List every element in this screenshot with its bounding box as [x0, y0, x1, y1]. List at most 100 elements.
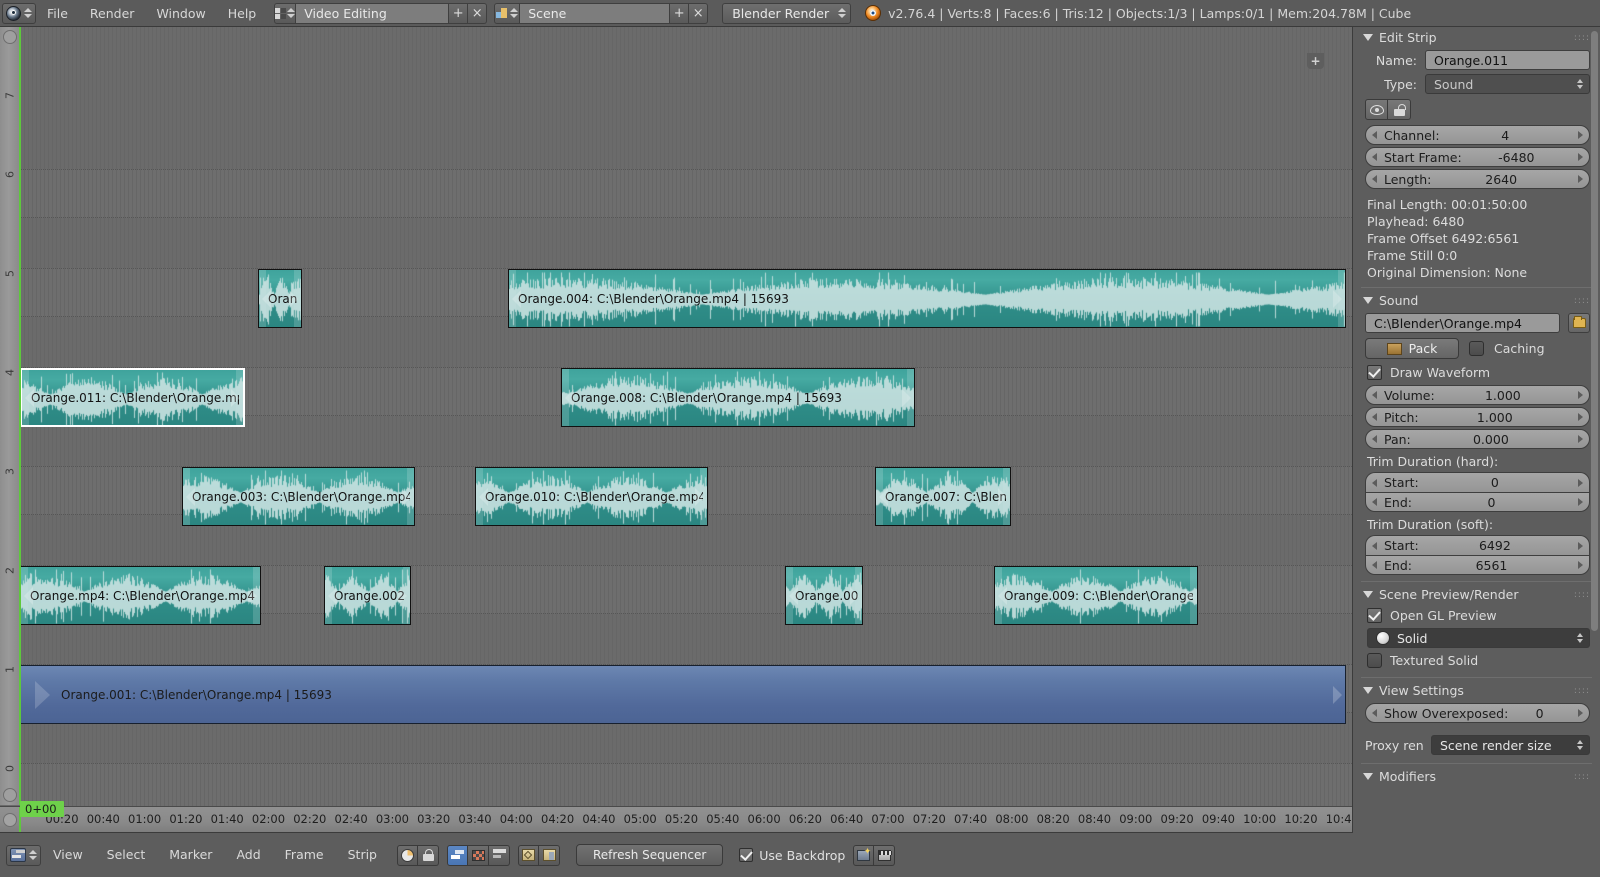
proxy-render-select[interactable]: Scene render size	[1431, 735, 1590, 755]
refresh-sequencer-button[interactable]: Refresh Sequencer	[576, 844, 724, 866]
volume-field[interactable]: Volume: 1.000	[1365, 385, 1590, 405]
sound-filepath-input[interactable]: C:\Blender\Orange.mp4	[1365, 313, 1560, 333]
chevron-updown-icon[interactable]	[1577, 79, 1583, 89]
trim-soft-end-field[interactable]: End: 6561	[1365, 555, 1590, 575]
unlock-icon[interactable]	[1388, 99, 1411, 120]
snap-lock-group[interactable]	[397, 844, 439, 866]
sequence-strip[interactable]: Orange.004: C:\Blender\Orange.mp4 | 1569…	[508, 269, 1346, 328]
decrement-arrow-icon[interactable]	[1372, 175, 1377, 183]
sequencer-area[interactable]: + 7 6 5 4 3 2 1 0 0+00 Orange. Orange.004…	[0, 27, 1352, 833]
sidebar-scrollbar[interactable]	[1591, 31, 1598, 691]
increment-arrow-icon[interactable]	[1577, 498, 1583, 506]
decrement-arrow-icon[interactable]	[1372, 391, 1377, 399]
decrement-arrow-icon[interactable]	[1372, 131, 1377, 139]
decrement-arrow-icon[interactable]	[1372, 435, 1377, 443]
add-screen-layout-button[interactable]: +	[449, 2, 469, 24]
snap-icon[interactable]	[397, 844, 418, 866]
length-field[interactable]: Length: 2640	[1365, 169, 1590, 189]
strip-toggle-buttons[interactable]	[1353, 96, 1600, 123]
increment-arrow-icon[interactable]	[1577, 131, 1583, 139]
blender-logo-menu-button[interactable]	[2, 2, 36, 24]
decrement-arrow-icon[interactable]	[1372, 413, 1377, 421]
scene-icon[interactable]	[494, 2, 521, 24]
render-animation-icon[interactable]	[874, 844, 896, 866]
increment-arrow-icon[interactable]	[1578, 391, 1583, 399]
delete-screen-layout-button[interactable]: ×	[468, 2, 488, 24]
increment-arrow-icon[interactable]	[1577, 478, 1583, 487]
lock-icon[interactable]	[418, 844, 439, 866]
menu-render[interactable]: Render	[79, 0, 146, 27]
panel-header-sound[interactable]: Sound ::::	[1353, 290, 1600, 311]
strip-name-input[interactable]: Orange.011	[1425, 50, 1590, 70]
sequence-strip[interactable]: Orange.mp4: C:\Blender\Orange.mp4 | 1569…	[20, 566, 261, 625]
sequence-strip[interactable]: Orange.002: C:\B	[324, 566, 411, 625]
sequencer-view-icon[interactable]	[447, 844, 468, 866]
bb-menu-strip[interactable]: Strip	[336, 833, 389, 877]
sequence-strip[interactable]: Orange.007: C:\Blender\O	[875, 467, 1011, 526]
sequence-strip[interactable]: Orange.008: C:\Blender\Orange.mp4 | 1569…	[561, 368, 915, 427]
trim-soft-start-field[interactable]: Start: 6492	[1365, 535, 1590, 555]
decrement-arrow-icon[interactable]	[1372, 541, 1377, 550]
chevron-updown-icon[interactable]	[837, 5, 846, 21]
sequence-strip[interactable]: Orange.011: C:\Blender\Orange.mp4 | 136	[20, 368, 245, 427]
increment-arrow-icon[interactable]	[1577, 435, 1583, 443]
sequencer-preview-icon[interactable]	[489, 844, 510, 866]
opengl-preview-checkbox[interactable]	[1367, 608, 1382, 623]
decrement-arrow-icon[interactable]	[1372, 153, 1377, 161]
start-frame-field[interactable]: Start Frame: -6480	[1365, 147, 1590, 167]
bb-menu-frame[interactable]: Frame	[273, 833, 336, 877]
panel-header-edit-strip[interactable]: Edit Strip ::::	[1353, 27, 1600, 48]
scene-selector[interactable]: Scene + ×	[494, 2, 709, 24]
add-scene-button[interactable]: +	[670, 2, 690, 24]
time-ruler[interactable]: 00:20 00:40 01:00 01:20 01:40 02:00 02:20 02:40…	[0, 806, 1352, 833]
strip-type-value[interactable]: Sound	[1425, 74, 1590, 94]
menu-help[interactable]: Help	[217, 0, 268, 27]
sequence-strip[interactable]: Orange.	[258, 269, 302, 328]
increment-arrow-icon[interactable]	[1578, 561, 1583, 569]
bb-menu-add[interactable]: Add	[224, 833, 272, 877]
screen-layout-value[interactable]: Video Editing	[296, 2, 450, 24]
increment-arrow-icon[interactable]	[1577, 175, 1583, 183]
use-backdrop-toggle[interactable]: Use Backdrop	[739, 848, 845, 863]
menu-window[interactable]: Window	[145, 0, 216, 27]
properties-sidebar[interactable]: Edit Strip :::: Name: Orange.011 Type: S…	[1352, 27, 1600, 833]
caching-checkbox[interactable]	[1469, 341, 1484, 356]
preview-image-icon[interactable]	[468, 844, 489, 866]
chevron-updown-icon[interactable]	[23, 5, 32, 21]
decrement-arrow-icon[interactable]	[1372, 478, 1377, 487]
pitch-field[interactable]: Pitch: 1.000	[1365, 407, 1590, 427]
decrement-arrow-icon[interactable]	[1372, 709, 1377, 717]
show-overexposed-field[interactable]: Show Overexposed: 0	[1365, 703, 1590, 723]
render-buttons-group[interactable]: ✦	[853, 844, 896, 866]
increment-arrow-icon[interactable]	[1578, 709, 1583, 717]
use-backdrop-checkbox[interactable]	[739, 848, 754, 862]
draw-waveform-checkbox[interactable]	[1367, 365, 1382, 380]
delete-scene-button[interactable]: ×	[689, 2, 709, 24]
menu-file[interactable]: File	[36, 0, 79, 27]
time-ruler-handle[interactable]	[3, 813, 17, 827]
render-image-icon[interactable]: ✦	[853, 844, 875, 866]
sequence-strip[interactable]: Orange.009: C:\Blender\Orange.mp4 |	[994, 566, 1198, 625]
sequence-strip[interactable]: Orange.006: C:	[785, 566, 863, 625]
render-engine-selector[interactable]: Blender Render	[722, 2, 852, 24]
eye-icon[interactable]	[1365, 99, 1388, 120]
sequence-strip[interactable]: Orange.010: C:\Blender\Orange.mp4 | 1569	[475, 467, 708, 526]
increment-arrow-icon[interactable]	[1578, 541, 1583, 550]
screen-layout-selector[interactable]: Video Editing + ×	[274, 2, 488, 24]
chevron-updown-icon[interactable]	[28, 847, 37, 863]
chevron-updown-icon[interactable]	[1577, 633, 1583, 643]
sequence-strip[interactable]: Orange.003: C:\Blender\Orange.mp4 | 1569	[182, 467, 415, 526]
panel-header-view-settings[interactable]: View Settings ::::	[1353, 680, 1600, 701]
increment-arrow-icon[interactable]	[1577, 413, 1583, 421]
shading-mode-select[interactable]: Solid	[1367, 628, 1590, 648]
trim-hard-start-field[interactable]: Start: 0	[1365, 472, 1590, 492]
trim-hard-end-field[interactable]: End: 0	[1365, 492, 1590, 512]
panel-header-scene-preview[interactable]: Scene Preview/Render ::::	[1353, 584, 1600, 605]
overlay-icon[interactable]	[539, 844, 560, 866]
channel-ruler-bottom-handle[interactable]	[3, 788, 17, 802]
chevron-updown-icon[interactable]	[509, 5, 518, 21]
chevron-updown-icon[interactable]	[1577, 740, 1583, 750]
bb-menu-marker[interactable]: Marker	[157, 833, 224, 877]
playhead-line[interactable]	[19, 27, 21, 805]
panel-header-modifiers[interactable]: Modifiers ::::	[1353, 766, 1600, 787]
